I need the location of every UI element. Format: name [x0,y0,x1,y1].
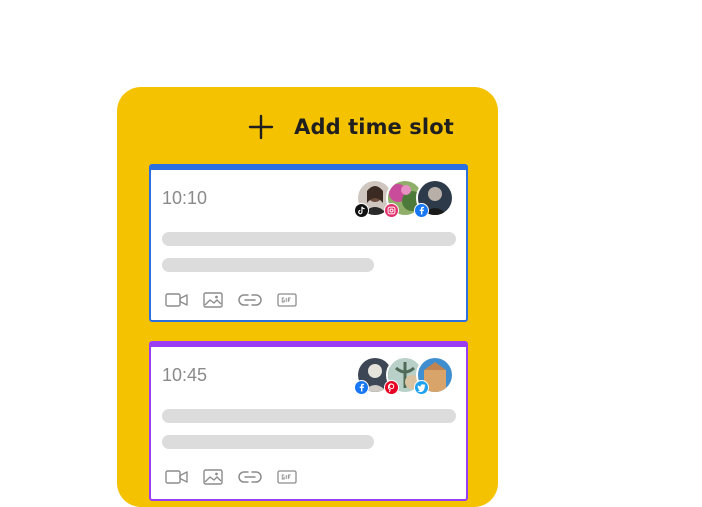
facebook-icon [354,380,369,395]
video-icon[interactable] [165,469,189,485]
media-toolbar [165,292,297,308]
add-time-slot-label: Add time slot [294,115,454,139]
pinterest-icon [384,380,399,395]
media-toolbar [165,469,297,485]
add-time-slot-button[interactable]: Add time slot [0,112,702,142]
gif-icon[interactable] [277,469,297,485]
gif-icon[interactable] [277,292,297,308]
plus-icon [248,114,274,140]
image-icon[interactable] [203,469,223,485]
content-placeholder-line [162,435,374,449]
slot-time: 10:45 [162,365,208,385]
content-placeholder-line [162,409,456,423]
slot-time: 10:10 [162,188,208,208]
tiktok-icon [354,203,369,218]
content-placeholder-line [162,232,456,246]
link-icon[interactable] [237,469,263,485]
video-icon[interactable] [165,292,189,308]
instagram-icon [384,203,399,218]
account-avatars [354,179,456,219]
facebook-icon [414,203,429,218]
time-slot-card[interactable]: 10:45 [149,341,468,501]
image-icon[interactable] [203,292,223,308]
content-placeholder-line [162,258,374,272]
time-slot-card[interactable]: 10:10 [149,164,468,322]
twitter-icon [414,380,429,395]
account-avatars [354,356,456,396]
link-icon[interactable] [237,292,263,308]
